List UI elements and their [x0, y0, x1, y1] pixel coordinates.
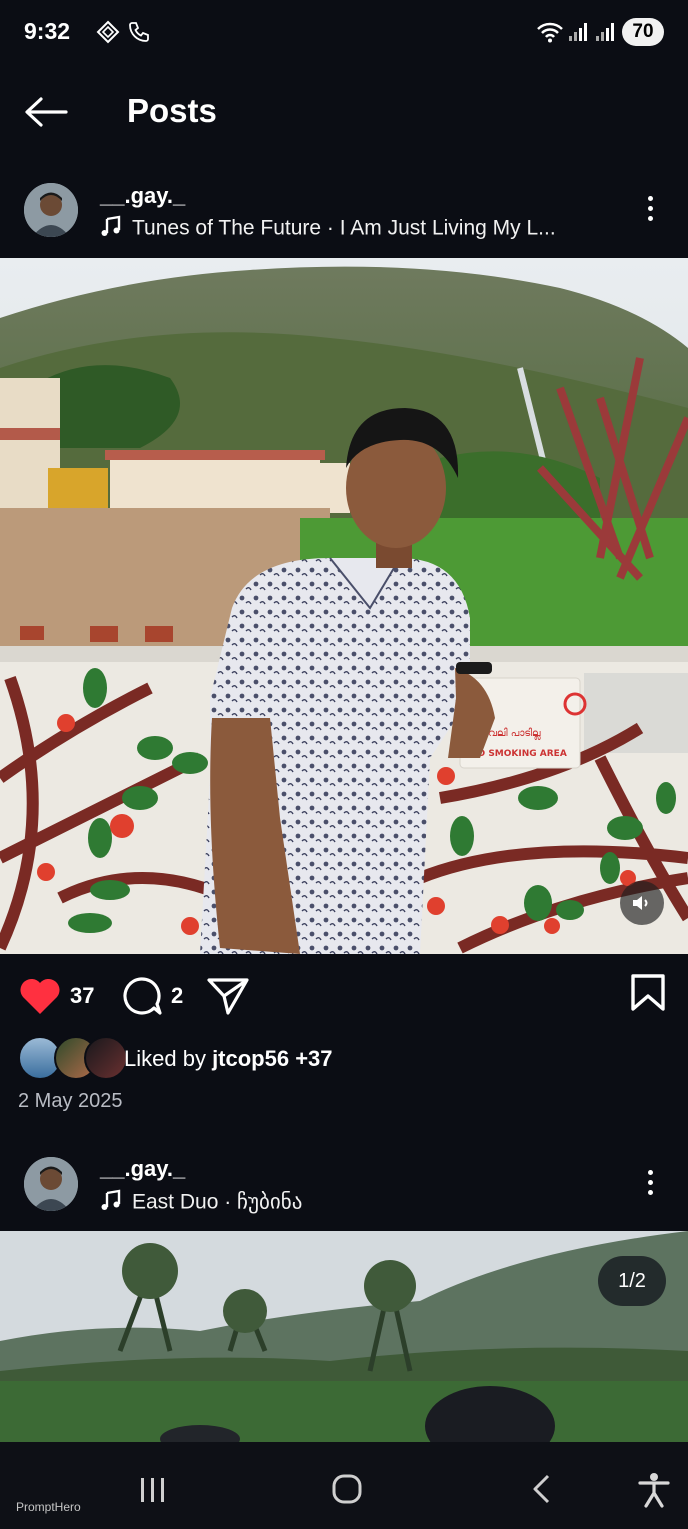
post2-more-options-icon[interactable] — [646, 1170, 656, 1200]
post1-date: 2 May 2025 — [18, 1090, 123, 1112]
post1-more-options-icon[interactable] — [646, 196, 656, 226]
liker-avatar-3 — [84, 1036, 128, 1080]
post2-username[interactable]: __.gay._ — [100, 1156, 185, 1182]
post2-song-text: East Duo · ჩუბინა — [132, 1190, 303, 1214]
liked-by-text[interactable]: Liked by jtcop56 +37 — [124, 1046, 333, 1072]
status-bar: 9:32 70 — [0, 0, 688, 66]
notification-app-icon — [96, 20, 120, 49]
wifi-icon — [536, 21, 564, 48]
share-send-icon[interactable] — [206, 975, 250, 1022]
top-app-bar: Posts — [0, 66, 688, 162]
carousel-page-indicator: 1/2 — [598, 1256, 666, 1306]
system-navigation-bar — [0, 1442, 688, 1529]
liked-by-avatars[interactable] — [18, 1036, 128, 1082]
liked-by-user[interactable]: jtcop56 — [212, 1046, 289, 1071]
status-time: 9:32 — [24, 18, 71, 44]
liked-by-prefix: Liked by — [124, 1046, 213, 1071]
bookmark-icon[interactable] — [630, 974, 666, 1017]
speaker-icon — [633, 896, 648, 910]
accessibility-icon[interactable] — [638, 1472, 670, 1513]
page-title: Posts — [127, 92, 217, 129]
like-heart-icon[interactable] — [18, 976, 62, 1021]
battery-indicator: 70 — [622, 18, 664, 46]
post1-username[interactable]: __.gay._ — [100, 183, 185, 209]
back-nav-icon[interactable] — [530, 1473, 554, 1510]
post2-avatar[interactable] — [24, 1157, 78, 1211]
music-note-icon — [100, 215, 124, 243]
post2-song[interactable]: East Duo · ჩუბინა — [100, 1189, 302, 1217]
post1-avatar[interactable] — [24, 183, 78, 237]
comment-icon[interactable] — [120, 975, 164, 1022]
mute-toggle-button[interactable] — [620, 881, 664, 925]
post2-photo[interactable] — [0, 1231, 688, 1442]
recent-apps-icon[interactable] — [138, 1476, 168, 1509]
music-note-icon — [100, 1189, 124, 1217]
post1-photo[interactable]: പുകവലി പാടില്ല NO SMOKING AREA — [0, 258, 688, 954]
liked-by-suffix: +37 — [289, 1046, 333, 1071]
post1-song-text: Tunes of The Future · I Am Just Living M… — [132, 216, 556, 240]
back-arrow-icon[interactable] — [24, 96, 68, 133]
post1-song[interactable]: Tunes of The Future · I Am Just Living M… — [100, 215, 556, 243]
likes-count[interactable]: 37 — [70, 983, 94, 1009]
signal-icon-2 — [595, 22, 615, 47]
phone-call-icon — [127, 20, 151, 49]
sign-text-english: NO SMOKING AREA — [470, 749, 567, 759]
comments-count[interactable]: 2 — [171, 983, 183, 1009]
signal-icon-1 — [568, 22, 588, 47]
home-icon[interactable] — [331, 1473, 363, 1510]
watermark: PromptHero — [16, 1500, 81, 1514]
